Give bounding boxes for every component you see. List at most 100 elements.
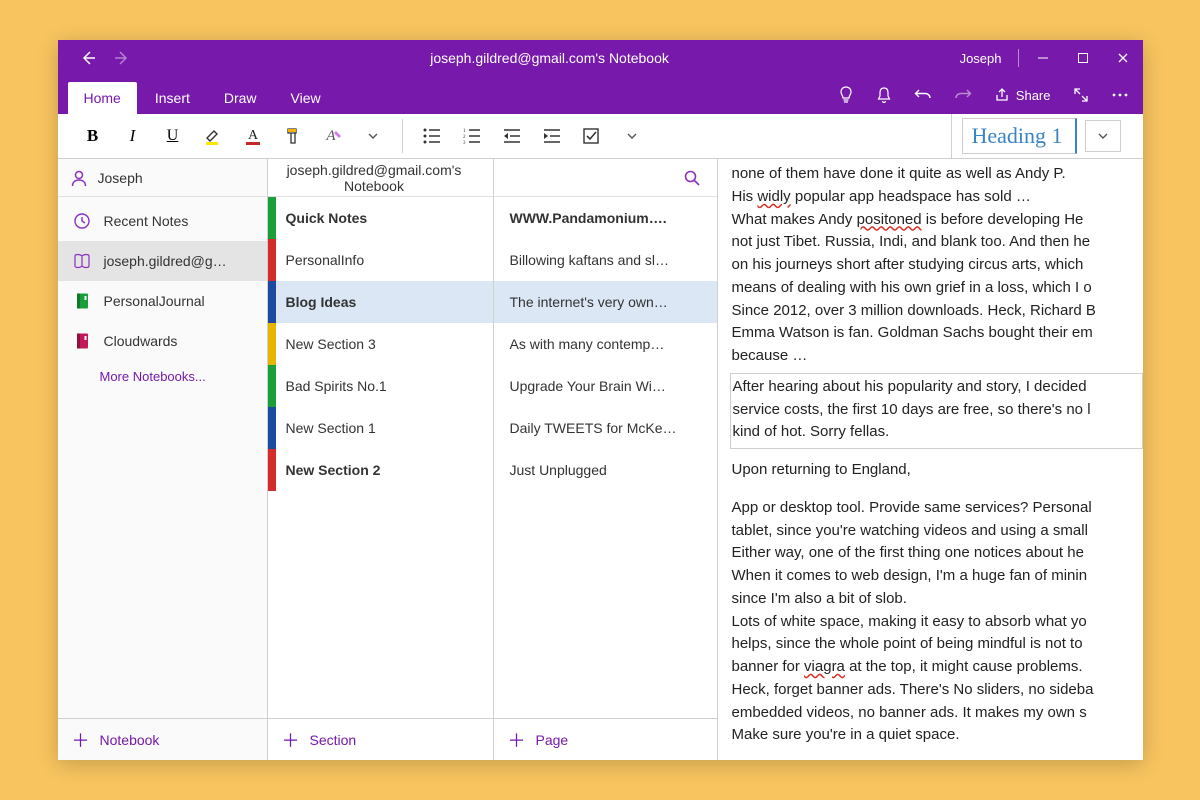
page-item[interactable]: Just Unplugged <box>494 449 717 491</box>
ribbon-tabs: Home Insert Draw View <box>68 76 337 114</box>
editor-line: Heck, forget banner ads. There's No slid… <box>732 679 1143 701</box>
style-dropdown[interactable] <box>1085 120 1121 152</box>
section-blog-ideas[interactable]: Blog Ideas <box>268 281 493 323</box>
page-item[interactable]: Upgrade Your Brain Wi… <box>494 365 717 407</box>
style-current[interactable]: Heading 1 <box>962 118 1076 154</box>
clear-formatting-button[interactable]: A <box>316 119 350 153</box>
editor-line: App or desktop tool. Provide same servic… <box>732 497 1143 519</box>
editor-line: banner for viagra at the top, it might c… <box>732 656 1143 678</box>
nav-user-header[interactable]: Joseph <box>58 159 267 197</box>
section-label: Bad Spirits No.1 <box>286 378 387 394</box>
underline-button[interactable]: U <box>156 119 190 153</box>
style-selector: Heading 1 <box>951 114 1130 158</box>
notebook-list: Recent Notes joseph.gildred@g… PersonalJ… <box>58 197 267 718</box>
close-button[interactable] <box>1103 40 1143 76</box>
numbered-list-button[interactable]: 123 <box>455 119 489 153</box>
add-section-button[interactable]: ＋ Section <box>268 718 493 760</box>
section-new-1[interactable]: New Section 1 <box>268 407 493 449</box>
fullscreen-button[interactable] <box>1069 83 1093 107</box>
svg-text:1: 1 <box>463 129 466 134</box>
editor-line: kind of hot. Sorry fellas. <box>733 421 1136 443</box>
bullet-list-button[interactable] <box>415 119 449 153</box>
page-item[interactable]: Daily TWEETS for McKe… <box>494 407 717 449</box>
notifications-button[interactable] <box>872 82 896 108</box>
editor-line: tablet, since you're watching videos and… <box>732 520 1143 542</box>
highlight-button[interactable] <box>196 119 230 153</box>
editor-line: When it comes to web design, I'm a huge … <box>732 565 1143 587</box>
section-new-2[interactable]: New Section 2 <box>268 449 493 491</box>
add-notebook-button[interactable]: ＋ Notebook <box>58 718 267 760</box>
window-title: joseph.gildred@gmail.com's Notebook <box>152 50 948 66</box>
indent-button[interactable] <box>535 119 569 153</box>
forward-button[interactable] <box>108 44 136 72</box>
main-body: Joseph Recent Notes joseph.gildred@g… <box>58 159 1143 760</box>
minimize-button[interactable] <box>1023 40 1063 76</box>
nav-notebook-main[interactable]: joseph.gildred@g… <box>58 241 267 281</box>
nav-notebook-personaljournal[interactable]: PersonalJournal <box>58 281 267 321</box>
more-button[interactable] <box>1107 88 1133 102</box>
pages-header <box>494 159 717 197</box>
book-icon <box>72 252 92 270</box>
clock-icon <box>72 212 92 230</box>
section-list: Quick Notes PersonalInfo Blog Ideas New … <box>268 197 493 718</box>
tab-insert[interactable]: Insert <box>139 82 206 114</box>
todo-tag-button[interactable] <box>575 119 609 153</box>
more-notebooks-link[interactable]: More Notebooks... <box>58 361 267 392</box>
italic-button[interactable]: I <box>116 119 150 153</box>
add-page-label: Page <box>536 732 569 748</box>
editor-canvas[interactable]: none of them have done it quite as well … <box>718 159 1143 760</box>
bold-button[interactable]: B <box>76 119 110 153</box>
editor-line: Emma Watson is fan. Goldman Sachs bought… <box>732 322 1143 344</box>
section-label: New Section 1 <box>286 420 376 436</box>
window-controls <box>1023 40 1143 76</box>
page-item[interactable]: WWW.Pandamonium…. <box>494 197 717 239</box>
lightbulb-button[interactable] <box>834 82 858 108</box>
section-bad-spirits[interactable]: Bad Spirits No.1 <box>268 365 493 407</box>
nav-notebook-cloudwards[interactable]: Cloudwards <box>58 321 267 361</box>
section-label: Quick Notes <box>286 210 368 226</box>
editor-line: means of dealing with his own grief in a… <box>732 277 1143 299</box>
editor-line: not just Tibet. Russia, Indi, and blank … <box>732 231 1143 253</box>
page-item[interactable]: As with many contemp… <box>494 323 717 365</box>
add-section-label: Section <box>310 732 357 748</box>
tab-home[interactable]: Home <box>68 82 137 114</box>
titlebar-separator <box>1018 49 1019 67</box>
plus-icon: ＋ <box>508 727 526 753</box>
notebook-icon <box>72 292 92 310</box>
undo-button[interactable] <box>910 83 936 107</box>
nav-item-label: Cloudwards <box>104 333 178 349</box>
editor-line: Lots of white space, making it easy to a… <box>732 611 1143 633</box>
font-dropdown-button[interactable] <box>356 119 390 153</box>
nav-item-label: Recent Notes <box>104 213 189 229</box>
page-item[interactable]: Billowing kaftans and sl… <box>494 239 717 281</box>
page-item[interactable]: The internet's very own… <box>494 281 717 323</box>
sections-header: joseph.gildred@gmail.com's Notebook <box>268 159 493 197</box>
redo-button[interactable] <box>950 83 976 107</box>
editor-column: none of them have done it quite as well … <box>718 159 1143 760</box>
add-page-button[interactable]: ＋ Page <box>494 718 717 760</box>
back-button[interactable] <box>74 44 102 72</box>
font-color-button[interactable]: A <box>236 119 270 153</box>
editor-line: Since 2012, over 3 million downloads. He… <box>732 300 1143 322</box>
nav-arrows <box>58 44 152 72</box>
selected-note-container[interactable]: After hearing about his popularity and s… <box>730 373 1143 449</box>
section-new-3[interactable]: New Section 3 <box>268 323 493 365</box>
maximize-button[interactable] <box>1063 40 1103 76</box>
tab-draw[interactable]: Draw <box>208 82 273 114</box>
page-list: WWW.Pandamonium…. Billowing kaftans and … <box>494 197 717 718</box>
outdent-button[interactable] <box>495 119 529 153</box>
section-quick-notes[interactable]: Quick Notes <box>268 197 493 239</box>
tab-view[interactable]: View <box>275 82 337 114</box>
section-label: Blog Ideas <box>286 294 357 310</box>
search-button[interactable] <box>679 165 705 191</box>
paragraph-dropdown-button[interactable] <box>615 119 649 153</box>
section-label: PersonalInfo <box>286 252 365 268</box>
user-label[interactable]: Joseph <box>948 51 1014 66</box>
section-personalinfo[interactable]: PersonalInfo <box>268 239 493 281</box>
add-notebook-label: Notebook <box>100 732 160 748</box>
nav-user-name: Joseph <box>98 170 143 186</box>
share-button[interactable]: Share <box>990 83 1055 107</box>
nav-recent-notes[interactable]: Recent Notes <box>58 201 267 241</box>
app-window: joseph.gildred@gmail.com's Notebook Jose… <box>58 40 1143 760</box>
format-painter-button[interactable] <box>276 119 310 153</box>
